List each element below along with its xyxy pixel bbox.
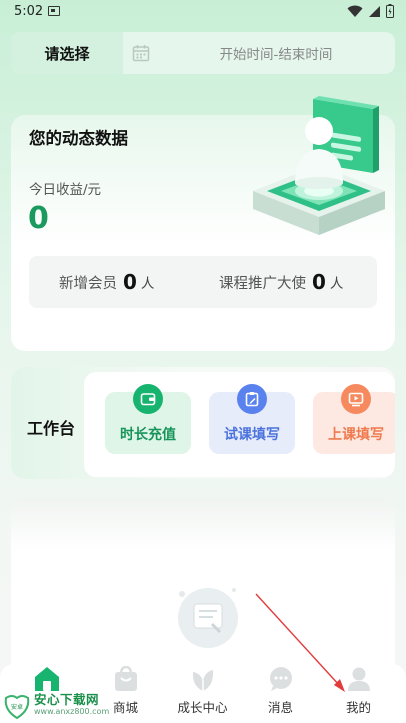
chat-bubble-icon	[270, 667, 292, 691]
empty-state-icon	[178, 588, 238, 648]
video-play-icon	[341, 384, 371, 414]
status-bar: 5:02	[0, 0, 406, 24]
stats-box: 新增会员 0 人 课程推广大使 0 人	[29, 256, 377, 308]
ambassador-label: 课程推广大使	[219, 275, 306, 292]
tool-label: 时长充值	[120, 427, 176, 443]
status-indicators	[347, 4, 394, 18]
date-range-input[interactable]: 开始时间-结束时间	[161, 32, 391, 74]
notification-icon	[48, 6, 60, 16]
workbench-section: 工作台 时长充值 试课填写 上课填写	[11, 367, 395, 479]
tab-label: 成长中心	[177, 700, 228, 715]
shopping-bag-icon	[115, 666, 137, 691]
tool-class-form[interactable]: 上课填写	[313, 384, 395, 454]
earnings-label: 今日收益/元	[29, 182, 102, 198]
tool-time-recharge[interactable]: 时长充值	[105, 384, 191, 454]
tool-label: 上课填写	[328, 427, 384, 443]
tab-label: 我的	[345, 700, 371, 715]
date-select-dropdown[interactable]: 请选择	[11, 32, 123, 74]
tool-label: 试课填写	[224, 427, 280, 443]
wallet-icon	[133, 384, 163, 414]
ambassador-stat: 课程推广大使 0 人	[219, 256, 343, 308]
ambassador-unit: 人	[329, 276, 344, 292]
workbench-title: 工作台	[27, 419, 76, 438]
watermark-logo: 安卓	[4, 695, 30, 720]
date-filter-bar: 请选择 开始时间-结束时间	[11, 32, 395, 74]
status-time: 5:02	[14, 4, 44, 19]
ambassador-value: 0	[312, 270, 326, 294]
new-members-stat: 新增会员 0 人	[59, 256, 154, 308]
tool-trial-lesson-form[interactable]: 试课填写	[209, 384, 295, 454]
site-watermark: 安卓 安心下载网 www.anxz800.com	[0, 686, 110, 722]
dynamic-data-card: 您的动态数据 今日收益/元 0 新增会员 0 人 课程推广大使 0 人	[11, 96, 395, 351]
leaf-icon	[192, 670, 214, 691]
new-members-value: 0	[123, 270, 137, 294]
user-profile-illustration	[253, 96, 385, 235]
watermark-brand: 安心下载网	[34, 692, 100, 707]
clipboard-edit-icon	[237, 384, 267, 414]
tab-label: 消息	[267, 700, 293, 715]
watermark-url: www.anxz800.com	[34, 707, 110, 716]
new-members-label: 新增会员	[59, 275, 117, 292]
earnings-value: 0	[28, 201, 49, 236]
wifi-icon	[347, 5, 363, 17]
content-card	[11, 498, 395, 678]
workbench-tools: 时长充值 试课填写 上课填写	[84, 372, 395, 477]
card-title: 您的动态数据	[29, 129, 128, 148]
signal-icon	[369, 5, 380, 17]
tab-messages[interactable]: 消息	[240, 664, 321, 723]
battery-icon	[386, 4, 394, 18]
calendar-icon[interactable]	[132, 44, 150, 62]
new-members-unit: 人	[140, 276, 155, 292]
tab-growth-center[interactable]: 成长中心	[162, 664, 243, 723]
watermark-logo-text: 安卓	[11, 703, 23, 711]
person-icon	[348, 667, 370, 691]
tab-mine[interactable]: 我的	[318, 664, 399, 723]
